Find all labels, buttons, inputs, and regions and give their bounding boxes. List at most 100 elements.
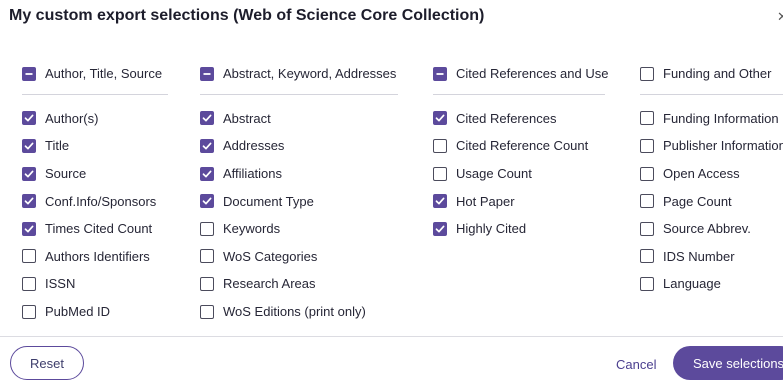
field-checkbox[interactable] [433,138,447,153]
field-option-row[interactable]: Authors Identifiers [22,243,168,271]
cancel-link[interactable]: Cancel [616,357,656,372]
field-checkbox[interactable] [200,276,214,291]
field-option-row[interactable]: Highly Cited [433,215,605,243]
field-checkbox[interactable] [433,221,447,236]
field-checkbox[interactable] [22,111,36,126]
field-option-row[interactable]: Source Abbrev. [640,215,783,243]
field-option-label: Research Areas [223,276,316,292]
save-selections-button[interactable]: Save selections [673,346,783,380]
field-option-row[interactable]: Conf.Info/Sponsors [22,187,168,215]
field-checkbox[interactable] [200,138,214,153]
field-option-row[interactable]: PubMed ID [22,298,168,326]
field-option-row[interactable]: Times Cited Count [22,215,168,243]
field-option-row[interactable]: Cited References [433,105,605,133]
column-cited-references-use: Cited References and Use Cited References… [433,60,609,243]
footer-divider [0,336,783,337]
column-header-label: Funding and Other [663,66,772,82]
field-option-row[interactable]: Keywords [200,215,398,243]
field-option-row[interactable]: Page Count [640,187,783,215]
select-all-checkbox[interactable] [433,66,447,81]
field-checkbox[interactable] [22,221,36,236]
field-option-label: ISSN [45,276,76,292]
column-header-row[interactable]: Funding and Other [640,60,783,95]
field-option-label: Conf.Info/Sponsors [45,193,157,209]
field-option-row[interactable]: Document Type [200,187,398,215]
field-option-label: PubMed ID [45,304,111,320]
field-checkbox[interactable] [640,166,654,181]
field-option-label: Abstract [223,110,271,126]
field-checkbox[interactable] [200,249,214,264]
column-header-row[interactable]: Cited References and Use [433,60,609,95]
field-option-row[interactable]: Hot Paper [433,187,605,215]
field-checkbox[interactable] [640,111,654,126]
column-header-row[interactable]: Abstract, Keyword, Addresses [200,60,398,95]
field-option-label: Hot Paper [456,193,515,209]
field-option-row[interactable]: Open Access [640,160,783,188]
field-option-label: WoS Editions (print only) [223,304,366,320]
field-checkbox[interactable] [433,166,447,181]
field-option-label: Page Count [663,193,732,209]
field-checkbox[interactable] [640,276,654,291]
field-checkbox[interactable] [200,111,214,126]
field-option-label: Highly Cited [456,221,527,237]
field-checkbox[interactable] [433,111,447,126]
field-checkbox[interactable] [640,221,654,236]
column-header-label: Abstract, Keyword, Addresses [223,66,397,82]
field-option-label: Times Cited Count [45,221,153,237]
field-option-row[interactable]: Research Areas [200,270,398,298]
field-option-row[interactable]: Affiliations [200,160,398,188]
field-option-label: Affiliations [223,166,283,182]
field-checkbox[interactable] [22,276,36,291]
select-all-checkbox[interactable] [640,66,654,81]
field-option-label: Cited Reference Count [456,138,589,154]
field-option-row[interactable]: Title [22,132,168,160]
column-funding-other: Funding and Other Funding Information Publ… [640,60,783,298]
field-checkbox[interactable] [433,194,447,209]
field-checkbox[interactable] [200,221,214,236]
field-option-row[interactable]: WoS Editions (print only) [200,298,398,326]
field-option-row[interactable]: Publisher Information [640,132,783,160]
field-option-label: Title [45,138,70,154]
close-icon[interactable]: ✕ [777,9,783,25]
field-option-label: IDS Number [663,248,735,264]
field-option-label: Document Type [223,193,314,209]
field-option-row[interactable]: Language [640,270,783,298]
column-abstract-keyword-addresses: Abstract, Keyword, Addresses Abstract Addr… [200,60,398,325]
field-checkbox[interactable] [22,166,36,181]
column-header-label: Cited References and Use [456,66,609,82]
field-checkbox[interactable] [640,249,654,264]
field-checkbox[interactable] [22,304,36,319]
dialog-title: My custom export selections (Web of Scie… [9,7,485,24]
reset-button[interactable]: Reset [10,346,84,380]
column-header-row[interactable]: Author, Title, Source [22,60,168,95]
field-checkbox[interactable] [22,194,36,209]
field-option-row[interactable]: WoS Categories [200,243,398,271]
field-option-row[interactable]: Cited Reference Count [433,132,605,160]
field-option-row[interactable]: Funding Information [640,105,783,133]
select-all-checkbox[interactable] [200,66,214,81]
field-option-row[interactable]: Author(s) [22,105,168,133]
field-checkbox[interactable] [22,249,36,264]
select-all-checkbox[interactable] [22,66,36,81]
column-author-title-source: Author, Title, Source Author(s) Title Sourc… [22,60,168,325]
field-checkbox[interactable] [200,166,214,181]
field-option-label: Language [663,276,721,292]
field-option-label: Source [45,166,87,182]
field-option-row[interactable]: Usage Count [433,160,605,188]
field-option-row[interactable]: Addresses [200,132,398,160]
field-option-label: Publisher Information [663,138,783,154]
field-checkbox[interactable] [200,304,214,319]
field-checkbox[interactable] [200,194,214,209]
field-option-label: WoS Categories [223,248,318,264]
field-option-row[interactable]: Abstract [200,105,398,133]
field-checkbox[interactable] [640,138,654,153]
field-option-row[interactable]: ISSN [22,270,168,298]
field-option-label: Authors Identifiers [45,248,150,264]
field-checkbox[interactable] [22,138,36,153]
field-checkbox[interactable] [640,194,654,209]
field-option-row[interactable]: IDS Number [640,243,783,271]
field-option-label: Cited References [456,110,557,126]
field-option-label: Addresses [223,138,285,154]
field-option-row[interactable]: Source [22,160,168,188]
field-option-label: Usage Count [456,166,532,182]
